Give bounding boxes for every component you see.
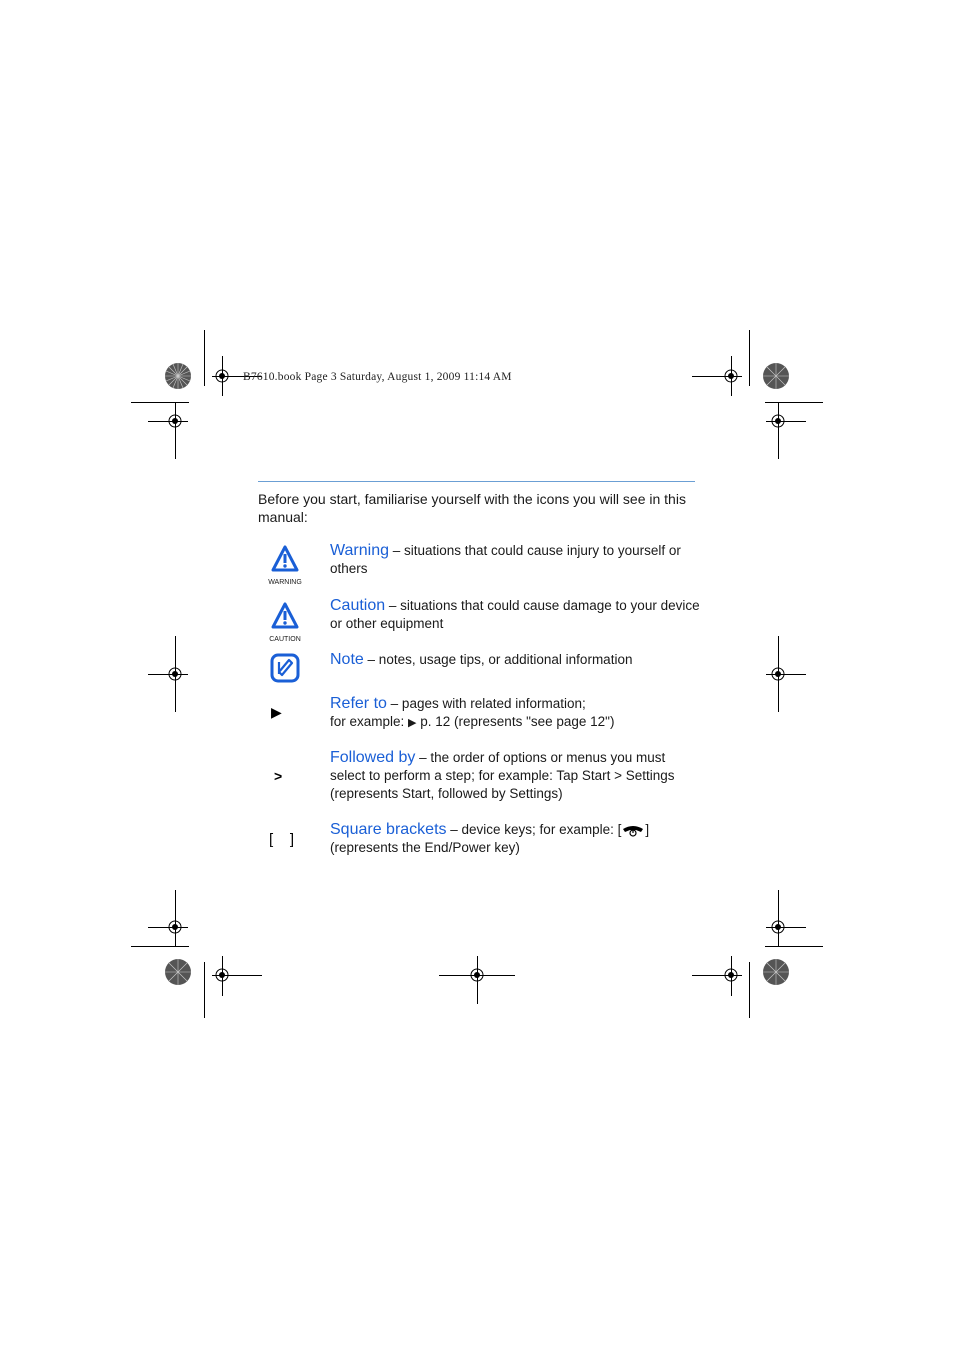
desc-note: – notes, usage tips, or additional infor… <box>363 652 633 667</box>
desc-refer-to: – pages with related information; <box>386 696 586 711</box>
separator: > <box>610 768 626 783</box>
term-followed-by: Followed by <box>330 749 416 766</box>
crosshair-icon <box>724 369 738 383</box>
term-note: Note <box>330 651 364 668</box>
menu-settings: Settings <box>625 768 675 783</box>
desc-caution: – situations that could cause damage to … <box>330 598 700 631</box>
crosshair-icon <box>215 968 229 982</box>
arrow-right-icon: ▶ <box>408 717 417 729</box>
term-refer-to: Refer to <box>330 695 387 712</box>
section-divider <box>258 481 695 482</box>
arrow-right-icon: ▶ <box>271 704 282 720</box>
crosshair-icon <box>168 414 182 428</box>
entry-followed-by: Followed by – the order of options or me… <box>330 749 700 803</box>
menu-start: Start <box>402 786 431 801</box>
caution-icon: CAUTION <box>264 601 306 643</box>
registration-target-icon <box>763 959 789 985</box>
crosshair-icon <box>168 667 182 681</box>
print-file-info: B7610.book Page 3 Saturday, August 1, 20… <box>243 371 512 383</box>
term-square-brackets: Square brackets <box>330 821 447 838</box>
entry-square-brackets: Square brackets – device keys; for examp… <box>330 821 700 857</box>
crosshair-icon <box>724 968 738 982</box>
greater-than-icon: > <box>274 768 283 784</box>
registration-target-icon <box>165 959 191 985</box>
desc-refer-to-example-page: p. 12 (represents "see page 12") <box>416 714 615 729</box>
registration-target-icon <box>763 363 789 389</box>
registration-target-icon <box>165 363 191 389</box>
crosshair-icon <box>215 369 229 383</box>
warning-icon-label: WARNING <box>268 579 302 586</box>
crosshair-icon <box>470 968 484 982</box>
crosshair-icon <box>771 920 785 934</box>
desc-square-brackets-example: (represents the End/Power key) <box>330 840 520 855</box>
desc-followed-by-explain: (represents <box>330 786 403 801</box>
bracket-close: ] <box>645 822 650 837</box>
crosshair-icon <box>771 667 785 681</box>
intro-paragraph: Before you start, familiarise yourself w… <box>258 491 686 525</box>
menu-settings: Settings <box>509 786 559 801</box>
entry-caution: Caution – situations that could cause da… <box>330 597 700 633</box>
entry-note: Note – notes, usage tips, or additional … <box>330 651 700 669</box>
note-icon <box>270 653 300 683</box>
menu-start: Start <box>581 768 611 783</box>
warning-icon: WARNING <box>264 544 306 586</box>
term-warning: Warning <box>330 542 389 559</box>
entry-warning: Warning – situations that could cause in… <box>330 542 700 578</box>
caution-icon-label: CAUTION <box>269 636 301 643</box>
desc-followed-by-mid: , followed by <box>430 786 510 801</box>
desc-refer-to-example: for example: <box>330 714 409 729</box>
crosshair-icon <box>771 414 785 428</box>
desc-followed-by-end: ) <box>558 786 563 801</box>
brackets-icon: [ ] <box>269 831 295 848</box>
desc-square-brackets: – device keys; for example: [ <box>446 822 622 837</box>
term-caution: Caution <box>330 597 386 614</box>
entry-refer-to: Refer to – pages with related informatio… <box>330 695 700 732</box>
crosshair-icon <box>168 920 182 934</box>
end-power-key-icon <box>621 823 645 837</box>
